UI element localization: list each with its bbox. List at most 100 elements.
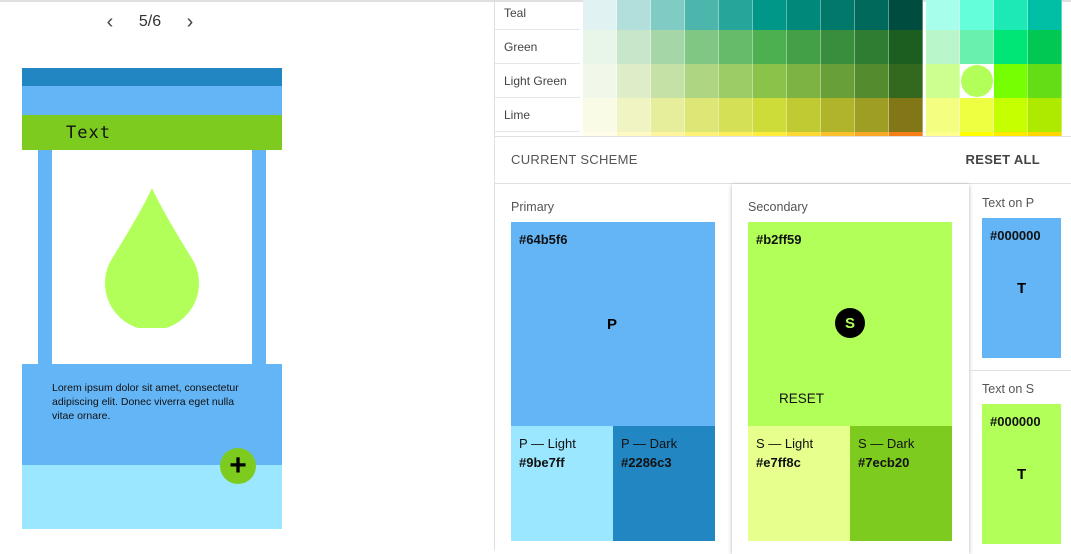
palette-swatch[interactable] (685, 64, 719, 98)
palette-swatch[interactable] (889, 98, 923, 132)
palette-row-label: Lime (495, 98, 580, 132)
palette-swatch[interactable] (617, 98, 651, 132)
palette-swatch[interactable] (787, 98, 821, 132)
palette-accent-swatch[interactable] (926, 30, 960, 64)
secondary-card: Secondary #b2ff59 S RESET S — Light #e7f… (732, 184, 969, 554)
palette-swatch[interactable] (583, 0, 617, 30)
pager: ‹ 5/6 › (100, 10, 200, 34)
palette-swatch[interactable] (855, 30, 889, 64)
palette-accent-swatch[interactable] (960, 98, 994, 132)
secondary-light-swatch[interactable]: S — Light #e7ff8c (748, 426, 850, 541)
secondary-dark-name: S — Dark (858, 436, 915, 451)
palette-swatch[interactable] (651, 64, 685, 98)
palette-accent-swatch[interactable] (1028, 30, 1062, 64)
primary-dark-hex: #2286c3 (621, 455, 672, 470)
chevron-left-icon[interactable]: ‹ (100, 11, 120, 33)
palette-swatch[interactable] (617, 30, 651, 64)
primary-light-swatch[interactable]: P — Light #9be7ff (511, 426, 613, 541)
reset-all-button[interactable]: RESET ALL (966, 152, 1040, 167)
palette-row: Lime (495, 98, 1062, 132)
palette-swatch[interactable] (685, 0, 719, 30)
secondary-light-name: S — Light (756, 436, 814, 451)
palette-accent-swatch[interactable] (1028, 0, 1062, 30)
primary-label: Primary (511, 200, 555, 214)
palette-accent-swatch[interactable] (1028, 64, 1062, 98)
palette-accent-swatch[interactable] (926, 64, 960, 98)
palette-swatch[interactable] (889, 0, 923, 30)
palette-swatch[interactable] (617, 0, 651, 30)
palette-accent-swatch[interactable] (926, 98, 960, 132)
chevron-right-icon[interactable]: › (180, 11, 200, 33)
primary-swatch[interactable]: #64b5f6 P (511, 222, 715, 426)
primary-dark-swatch[interactable]: P — Dark #2286c3 (613, 426, 715, 541)
palette-swatch[interactable] (855, 0, 889, 30)
secondary-light-hex: #e7ff8c (756, 455, 801, 470)
palette-swatch[interactable] (753, 30, 787, 64)
palette-swatch[interactable] (787, 64, 821, 98)
palette-accent-swatch[interactable] (960, 0, 994, 30)
water-drop-icon (105, 188, 199, 328)
text-on-secondary-swatch[interactable]: #000000 T (982, 404, 1061, 544)
palette-swatch[interactable] (583, 98, 617, 132)
left-panel-edge (22, 150, 38, 364)
palette-swatch[interactable] (821, 30, 855, 64)
secondary-dark-hex: #7ecb20 (858, 455, 910, 470)
secondary-hex: #b2ff59 (756, 232, 802, 247)
palette-swatch-selected[interactable] (960, 64, 994, 98)
palette-row-label: Teal (495, 0, 580, 30)
left-column (38, 150, 52, 364)
palette-swatch[interactable] (753, 64, 787, 98)
palette-swatch[interactable] (719, 30, 753, 64)
palette-row: Light Green (495, 64, 1062, 98)
palette-swatch[interactable] (889, 30, 923, 64)
palette-accent-swatch[interactable] (994, 64, 1028, 98)
palette-swatch[interactable] (821, 0, 855, 30)
palette-swatch[interactable] (685, 98, 719, 132)
palette-swatch[interactable] (855, 64, 889, 98)
palette-swatch[interactable] (685, 30, 719, 64)
primary-letter: P (607, 316, 618, 333)
palette-swatch[interactable] (719, 64, 753, 98)
secondary-swatch[interactable]: #b2ff59 S RESET (748, 222, 952, 426)
palette-swatch[interactable] (787, 30, 821, 64)
palette-accent-swatch[interactable] (926, 0, 960, 30)
palette-swatch[interactable] (651, 30, 685, 64)
palette-swatch[interactable] (889, 64, 923, 98)
palette-swatch[interactable] (719, 0, 753, 30)
right-column (252, 150, 266, 364)
card-body (52, 150, 252, 364)
palette-swatch[interactable] (651, 98, 685, 132)
add-fab-button[interactable]: + (220, 448, 256, 484)
secondary-letter-badge: S (835, 308, 865, 338)
theme-panel: Teal Green Light Green Lime CURRENT SCHEME … (494, 0, 1071, 554)
palette-swatch[interactable] (753, 0, 787, 30)
palette-accent-swatch[interactable] (994, 30, 1028, 64)
palette-accent-swatch[interactable] (994, 98, 1028, 132)
palette-swatch[interactable] (821, 98, 855, 132)
palette-swatch[interactable] (719, 98, 753, 132)
text-on-primary-label: Text on P (982, 196, 1035, 210)
palette-accent-swatch[interactable] (1028, 98, 1062, 132)
palette-swatch[interactable] (583, 64, 617, 98)
page-count: 5/6 (138, 13, 162, 30)
selected-color-indicator (961, 65, 993, 97)
text-on-secondary-label: Text on S (982, 382, 1035, 396)
palette-row-label: Green (495, 30, 580, 64)
palette-swatch[interactable] (855, 98, 889, 132)
palette-swatch[interactable] (583, 30, 617, 64)
palette-accent-swatch[interactable] (960, 30, 994, 64)
palette-swatch[interactable] (753, 98, 787, 132)
text-on-secondary-hex: #000000 (990, 414, 1041, 429)
app-preview: Text Lorem ipsum dolor sit amet, consect… (22, 68, 282, 529)
right-panel-edge (266, 150, 282, 364)
palette-swatch[interactable] (617, 64, 651, 98)
text-on-secondary-letter: T (1017, 466, 1027, 483)
palette-swatch[interactable] (651, 0, 685, 30)
palette-swatch[interactable] (787, 0, 821, 30)
secondary-dark-swatch[interactable]: S — Dark #7ecb20 (850, 426, 952, 541)
palette-accent-swatch[interactable] (994, 0, 1028, 30)
text-on-primary-swatch[interactable]: #000000 T (982, 218, 1061, 358)
palette-swatch[interactable] (821, 64, 855, 98)
divider (970, 370, 1071, 371)
secondary-reset-button[interactable]: RESET (779, 391, 824, 406)
